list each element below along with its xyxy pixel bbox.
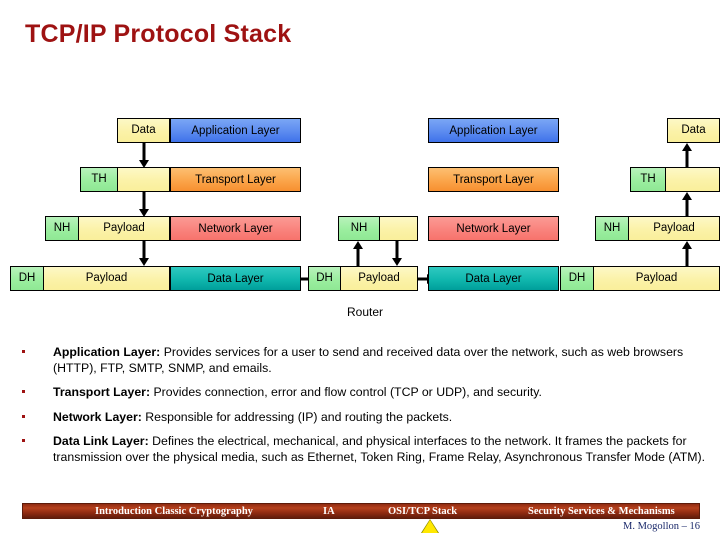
bullet-dot-icon	[22, 439, 25, 442]
right-app-packet: Data	[667, 118, 720, 143]
left-arrow-app-to-transport	[137, 143, 151, 168]
right-layer-application: Application Layer	[428, 118, 559, 143]
right-layer-transport: Transport Layer	[428, 167, 559, 192]
left-layer-application: Application Layer	[170, 118, 301, 143]
bullet-term: Network Layer:	[53, 409, 142, 424]
list-item: Transport Layer: Provides connection, er…	[0, 385, 720, 401]
router-datalink-payload-segment: Payload	[341, 267, 417, 290]
footer-author-and-slide-number: M. Mogollon – 16	[622, 521, 700, 532]
left-datalink-payload-segment: Payload	[44, 267, 169, 290]
left-transport-header-segment: TH	[81, 168, 118, 191]
footer-item-introduction[interactable]: Introduction Classic Cryptography	[95, 505, 253, 518]
right-transport-payload-segment	[666, 168, 719, 191]
left-layer-datalink: Data Layer	[170, 266, 301, 291]
bullet-text: Responsible for addressing (IP) and rout…	[141, 409, 453, 424]
footer-item-osi-tcp-stack[interactable]: OSI/TCP Stack	[388, 505, 457, 518]
right-network-payload-segment: Payload	[629, 217, 719, 240]
right-arrow-network-to-transport	[680, 192, 694, 217]
right-arrow-datalink-to-network	[680, 241, 694, 266]
left-network-payload-segment: Payload	[79, 217, 169, 240]
list-item: Application Layer: Provides services for…	[0, 345, 720, 376]
list-item: Data Link Layer: Defines the electrical,…	[0, 434, 720, 465]
left-arrow-network-to-datalink	[137, 241, 151, 266]
bullet-term: Transport Layer:	[53, 385, 151, 399]
router-arrow-up-to-network	[351, 241, 365, 266]
left-app-packet: Data	[117, 118, 170, 143]
left-app-data-segment: Data	[118, 119, 169, 142]
right-network-packet: NH Payload	[595, 216, 720, 241]
bullet-list: Application Layer: Provides services for…	[0, 345, 720, 474]
right-transport-header-segment: TH	[631, 168, 666, 191]
protocol-stack-diagram: Data TH NH Payload DH Payload Applicatio…	[0, 0, 720, 340]
left-layer-network: Network Layer	[170, 216, 301, 241]
right-datalink-header-segment: DH	[561, 267, 594, 290]
left-transport-payload-segment	[118, 168, 169, 191]
bullet-text: Defines the electrical, mechanical, and …	[53, 434, 706, 464]
footer-item-security-services[interactable]: Security Services & Mechanisms	[528, 505, 675, 518]
right-network-header-segment: NH	[596, 217, 629, 240]
router-label: Router	[346, 305, 384, 319]
bullet-dot-icon	[22, 414, 25, 418]
footer-navigation-bar: Introduction Classic Cryptography IA OSI…	[22, 503, 700, 519]
list-item: Network Layer: Responsible for addressin…	[0, 410, 720, 426]
right-transport-packet: TH	[630, 167, 720, 192]
right-app-data-segment: Data	[668, 119, 719, 142]
left-network-packet: NH Payload	[45, 216, 170, 241]
router-network-header-segment: NH	[339, 217, 380, 240]
bullet-dot-icon	[22, 390, 25, 393]
left-layer-transport: Transport Layer	[170, 167, 301, 192]
right-datalink-payload-segment: Payload	[594, 267, 719, 290]
bullet-dot-icon	[22, 350, 25, 353]
right-arrow-transport-to-app	[680, 143, 694, 168]
current-section-marker-icon	[422, 520, 438, 533]
left-datalink-packet: DH Payload	[10, 266, 170, 291]
router-arrow-down-to-datalink	[390, 241, 404, 266]
bullet-term: Data Link Layer:	[53, 434, 149, 448]
right-layer-datalink: Data Layer	[428, 266, 559, 291]
router-network-packet: NH	[338, 216, 418, 241]
router-network-payload-segment	[380, 217, 417, 240]
right-layer-network: Network Layer	[428, 216, 559, 241]
router-datalink-header-segment: DH	[309, 267, 341, 290]
bullet-term: Application Layer:	[53, 345, 161, 359]
left-transport-packet: TH	[80, 167, 170, 192]
right-datalink-packet: DH Payload	[560, 266, 720, 291]
left-arrow-transport-to-network	[137, 192, 151, 217]
router-datalink-packet: DH Payload	[308, 266, 418, 291]
bullet-text: Provides connection, error and flow cont…	[150, 385, 542, 399]
left-datalink-header-segment: DH	[11, 267, 44, 290]
left-network-header-segment: NH	[46, 217, 79, 240]
footer-item-ia[interactable]: IA	[323, 505, 335, 518]
